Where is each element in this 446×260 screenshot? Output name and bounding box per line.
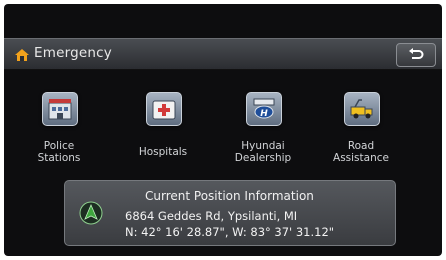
- navigation-arrow-icon: [79, 201, 103, 225]
- position-address: 6864 Geddes Rd, Ypsilanti, MI: [125, 209, 298, 223]
- position-coordinates: N: 42° 16' 28.87", W: 83° 37' 31.12": [125, 225, 335, 239]
- menu-label: Hospitals: [138, 146, 188, 158]
- svg-text:H: H: [260, 109, 268, 119]
- menu-label: Hyundai Dealership: [234, 140, 292, 164]
- hospital-icon: [146, 92, 182, 126]
- current-position-panel[interactable]: Current Position Information 6864 Geddes…: [64, 180, 396, 246]
- menu-item-police-stations[interactable]: Police Stations: [14, 86, 104, 166]
- back-arrow-icon: [409, 48, 424, 59]
- emergency-screen: Emergency Police Stations Hospitals H Hy…: [4, 4, 442, 256]
- page-title: Emergency: [34, 45, 112, 61]
- hyundai-dealership-icon: H: [246, 92, 282, 126]
- emergency-menu: Police Stations Hospitals H Hyundai Deal…: [4, 86, 442, 176]
- menu-item-hyundai-dealership[interactable]: H Hyundai Dealership: [218, 86, 308, 166]
- position-title: Current Position Information: [145, 189, 314, 203]
- header-bar: Emergency: [4, 38, 442, 70]
- road-assistance-icon: [344, 92, 380, 126]
- back-button[interactable]: [396, 43, 436, 67]
- menu-item-road-assistance[interactable]: Road Assistance: [316, 86, 406, 166]
- home-icon[interactable]: [14, 47, 30, 61]
- menu-item-hospitals[interactable]: Hospitals: [118, 86, 208, 166]
- menu-label: Police Stations: [37, 140, 81, 164]
- police-station-icon: [42, 92, 78, 126]
- menu-label: Road Assistance: [333, 140, 389, 164]
